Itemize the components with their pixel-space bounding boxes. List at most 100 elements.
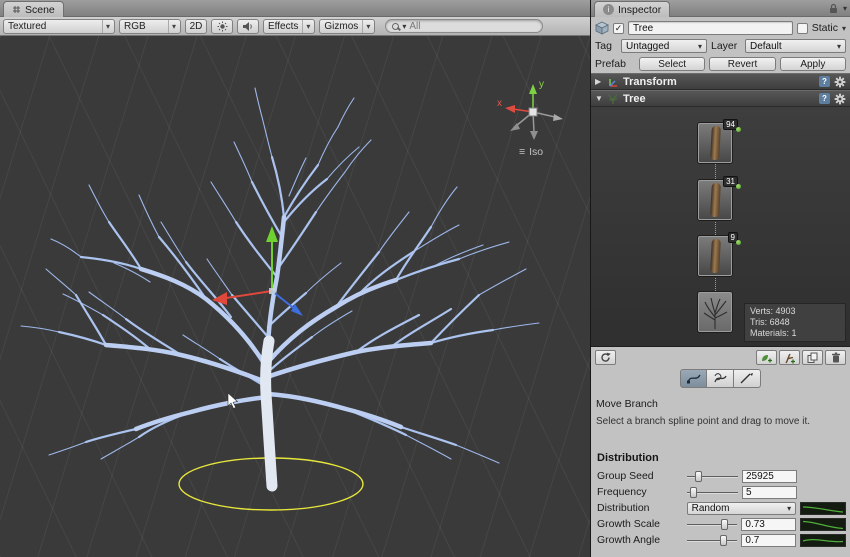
- tag-dropdown[interactable]: Untagged ▾: [621, 39, 707, 53]
- tree-root-thumbnail: [699, 293, 731, 331]
- refresh-button[interactable]: [595, 350, 616, 365]
- add-branch-group-button[interactable]: [779, 350, 800, 365]
- scene-tabstrip: Scene: [0, 0, 590, 17]
- active-checkbox[interactable]: ✓: [613, 23, 624, 34]
- frequency-row: Frequency 5: [597, 484, 846, 500]
- tool-description: Select a branch spline point and drag to…: [596, 416, 845, 427]
- gizmos-dropdown[interactable]: Gizmos ▾: [319, 19, 375, 34]
- help-icon[interactable]: ?: [819, 76, 830, 87]
- audio-toggle-button[interactable]: [237, 19, 259, 34]
- distribution-curve-button[interactable]: [800, 502, 846, 515]
- chevron-down-icon: ▾: [102, 20, 110, 33]
- growth-scale-curve-button[interactable]: [800, 518, 846, 531]
- delete-node-button[interactable]: [825, 350, 846, 365]
- node-graph-toolbar: [591, 348, 850, 367]
- chevron-down-icon: ▾: [698, 42, 702, 51]
- frequency-slider[interactable]: [687, 486, 738, 499]
- tree-wireframe: [21, 88, 539, 486]
- static-checkbox[interactable]: [797, 23, 808, 34]
- lighting-toggle-button[interactable]: [211, 19, 233, 34]
- scene-search-input[interactable]: ▾ All: [385, 19, 543, 33]
- chevron-down-icon: ▾: [787, 504, 791, 513]
- frequency-value[interactable]: 5: [742, 486, 797, 499]
- rotate-spline-icon: [712, 372, 728, 385]
- stats-materials: Materials: 1: [750, 328, 840, 339]
- branch-group-node[interactable]: 9: [698, 236, 732, 276]
- distribution-section-title: Distribution: [597, 452, 659, 464]
- panel-menu-icon[interactable]: ▾: [843, 4, 847, 13]
- node-count-badge: 31: [723, 176, 738, 187]
- slider-thumb[interactable]: [695, 471, 702, 482]
- branch-group-node[interactable]: 94: [698, 123, 732, 163]
- growth-angle-row: Growth Angle 0.7: [597, 532, 846, 548]
- distribution-row: Distribution Random ▾: [597, 500, 846, 516]
- group-seed-row: Group Seed 25925: [597, 468, 846, 484]
- mesh-stats-overlay: Verts: 4903 Tris: 6848 Materials: 1: [744, 303, 846, 342]
- cursor-icon: [228, 393, 237, 409]
- add-leaf-group-button[interactable]: [756, 350, 777, 365]
- growth-scale-slider[interactable]: [687, 518, 738, 531]
- gear-icon[interactable]: [834, 76, 846, 88]
- node-count-badge: 9: [728, 232, 738, 243]
- tab-inspector[interactable]: i Inspector: [594, 1, 670, 17]
- growth-angle-label: Growth Angle: [597, 534, 687, 546]
- branch-thumbnail: [710, 126, 721, 160]
- 2d-toggle-button[interactable]: 2D: [185, 19, 207, 34]
- help-icon[interactable]: ?: [819, 93, 830, 104]
- scene-viewport[interactable]: y x ≡ Iso: [0, 36, 590, 557]
- foldout-icon[interactable]: ▶: [595, 77, 603, 86]
- group-seed-value[interactable]: 25925: [742, 470, 797, 483]
- render-channel-dropdown[interactable]: RGB ▾: [119, 19, 181, 34]
- branch-thumbnail: [710, 183, 721, 217]
- stats-verts: Verts: 4903: [750, 306, 840, 317]
- chevron-down-icon: ▾: [837, 42, 841, 51]
- transform-component-header[interactable]: ▶ Transform ?: [591, 73, 850, 90]
- tool-helpbox: Move Branch Select a branch spline point…: [596, 398, 845, 427]
- foldout-icon[interactable]: ▼: [595, 94, 603, 103]
- slider-thumb[interactable]: [690, 487, 697, 498]
- group-seed-label: Group Seed: [597, 470, 687, 482]
- tree-component-header[interactable]: ▼ Tree ?: [591, 90, 850, 107]
- layer-dropdown[interactable]: Default ▾: [745, 39, 846, 53]
- sun-icon: [217, 21, 228, 32]
- axis-y-cone[interactable]: [529, 84, 537, 94]
- tab-scene[interactable]: Scene: [3, 1, 64, 17]
- axis-cone[interactable]: [530, 131, 538, 140]
- duplicate-node-button[interactable]: [802, 350, 823, 365]
- effects-dropdown[interactable]: Effects ▾: [263, 19, 315, 34]
- projection-mode-label[interactable]: ≡ Iso: [519, 146, 543, 158]
- name-input[interactable]: Tree: [628, 21, 793, 35]
- distribution-dropdown[interactable]: Random ▾: [687, 502, 797, 515]
- slider-thumb[interactable]: [720, 535, 727, 546]
- group-seed-slider[interactable]: [687, 470, 738, 483]
- freehand-branch-tool[interactable]: [734, 369, 761, 388]
- axis-x-cone[interactable]: [505, 105, 515, 113]
- gear-icon[interactable]: [834, 93, 846, 105]
- shading-mode-dropdown[interactable]: Textured ▾: [3, 19, 115, 34]
- rotate-branch-tool[interactable]: [707, 369, 734, 388]
- slider-thumb[interactable]: [721, 519, 728, 530]
- translate-gizmo[interactable]: [212, 226, 303, 316]
- axis-cone[interactable]: [553, 114, 563, 121]
- growth-angle-value[interactable]: 0.7: [741, 534, 796, 547]
- speaker-icon: [242, 21, 254, 32]
- growth-scale-row: Growth Scale 0.73: [597, 516, 846, 532]
- growth-angle-slider[interactable]: [687, 534, 738, 547]
- branch-tool-group: [591, 369, 850, 388]
- move-branch-tool[interactable]: [680, 369, 707, 388]
- prefab-revert-button[interactable]: Revert: [709, 57, 775, 71]
- static-dropdown-icon[interactable]: ▾: [842, 24, 846, 33]
- tool-title: Move Branch: [596, 398, 845, 410]
- prefab-select-button[interactable]: Select: [639, 57, 705, 71]
- tree-root-node[interactable]: [698, 292, 732, 332]
- axis-center-cube[interactable]: [529, 108, 537, 116]
- growth-scale-value[interactable]: 0.73: [741, 518, 796, 531]
- gameobject-cube-icon: [595, 21, 609, 35]
- growth-angle-curve-button[interactable]: [800, 534, 846, 547]
- chevron-down-icon: ▾: [168, 20, 176, 33]
- prefab-apply-button[interactable]: Apply: [780, 57, 846, 71]
- tree-icon: [607, 93, 619, 105]
- lock-icon[interactable]: [829, 3, 838, 14]
- branch-plus-icon: [783, 352, 796, 364]
- branch-group-node[interactable]: 31: [698, 180, 732, 220]
